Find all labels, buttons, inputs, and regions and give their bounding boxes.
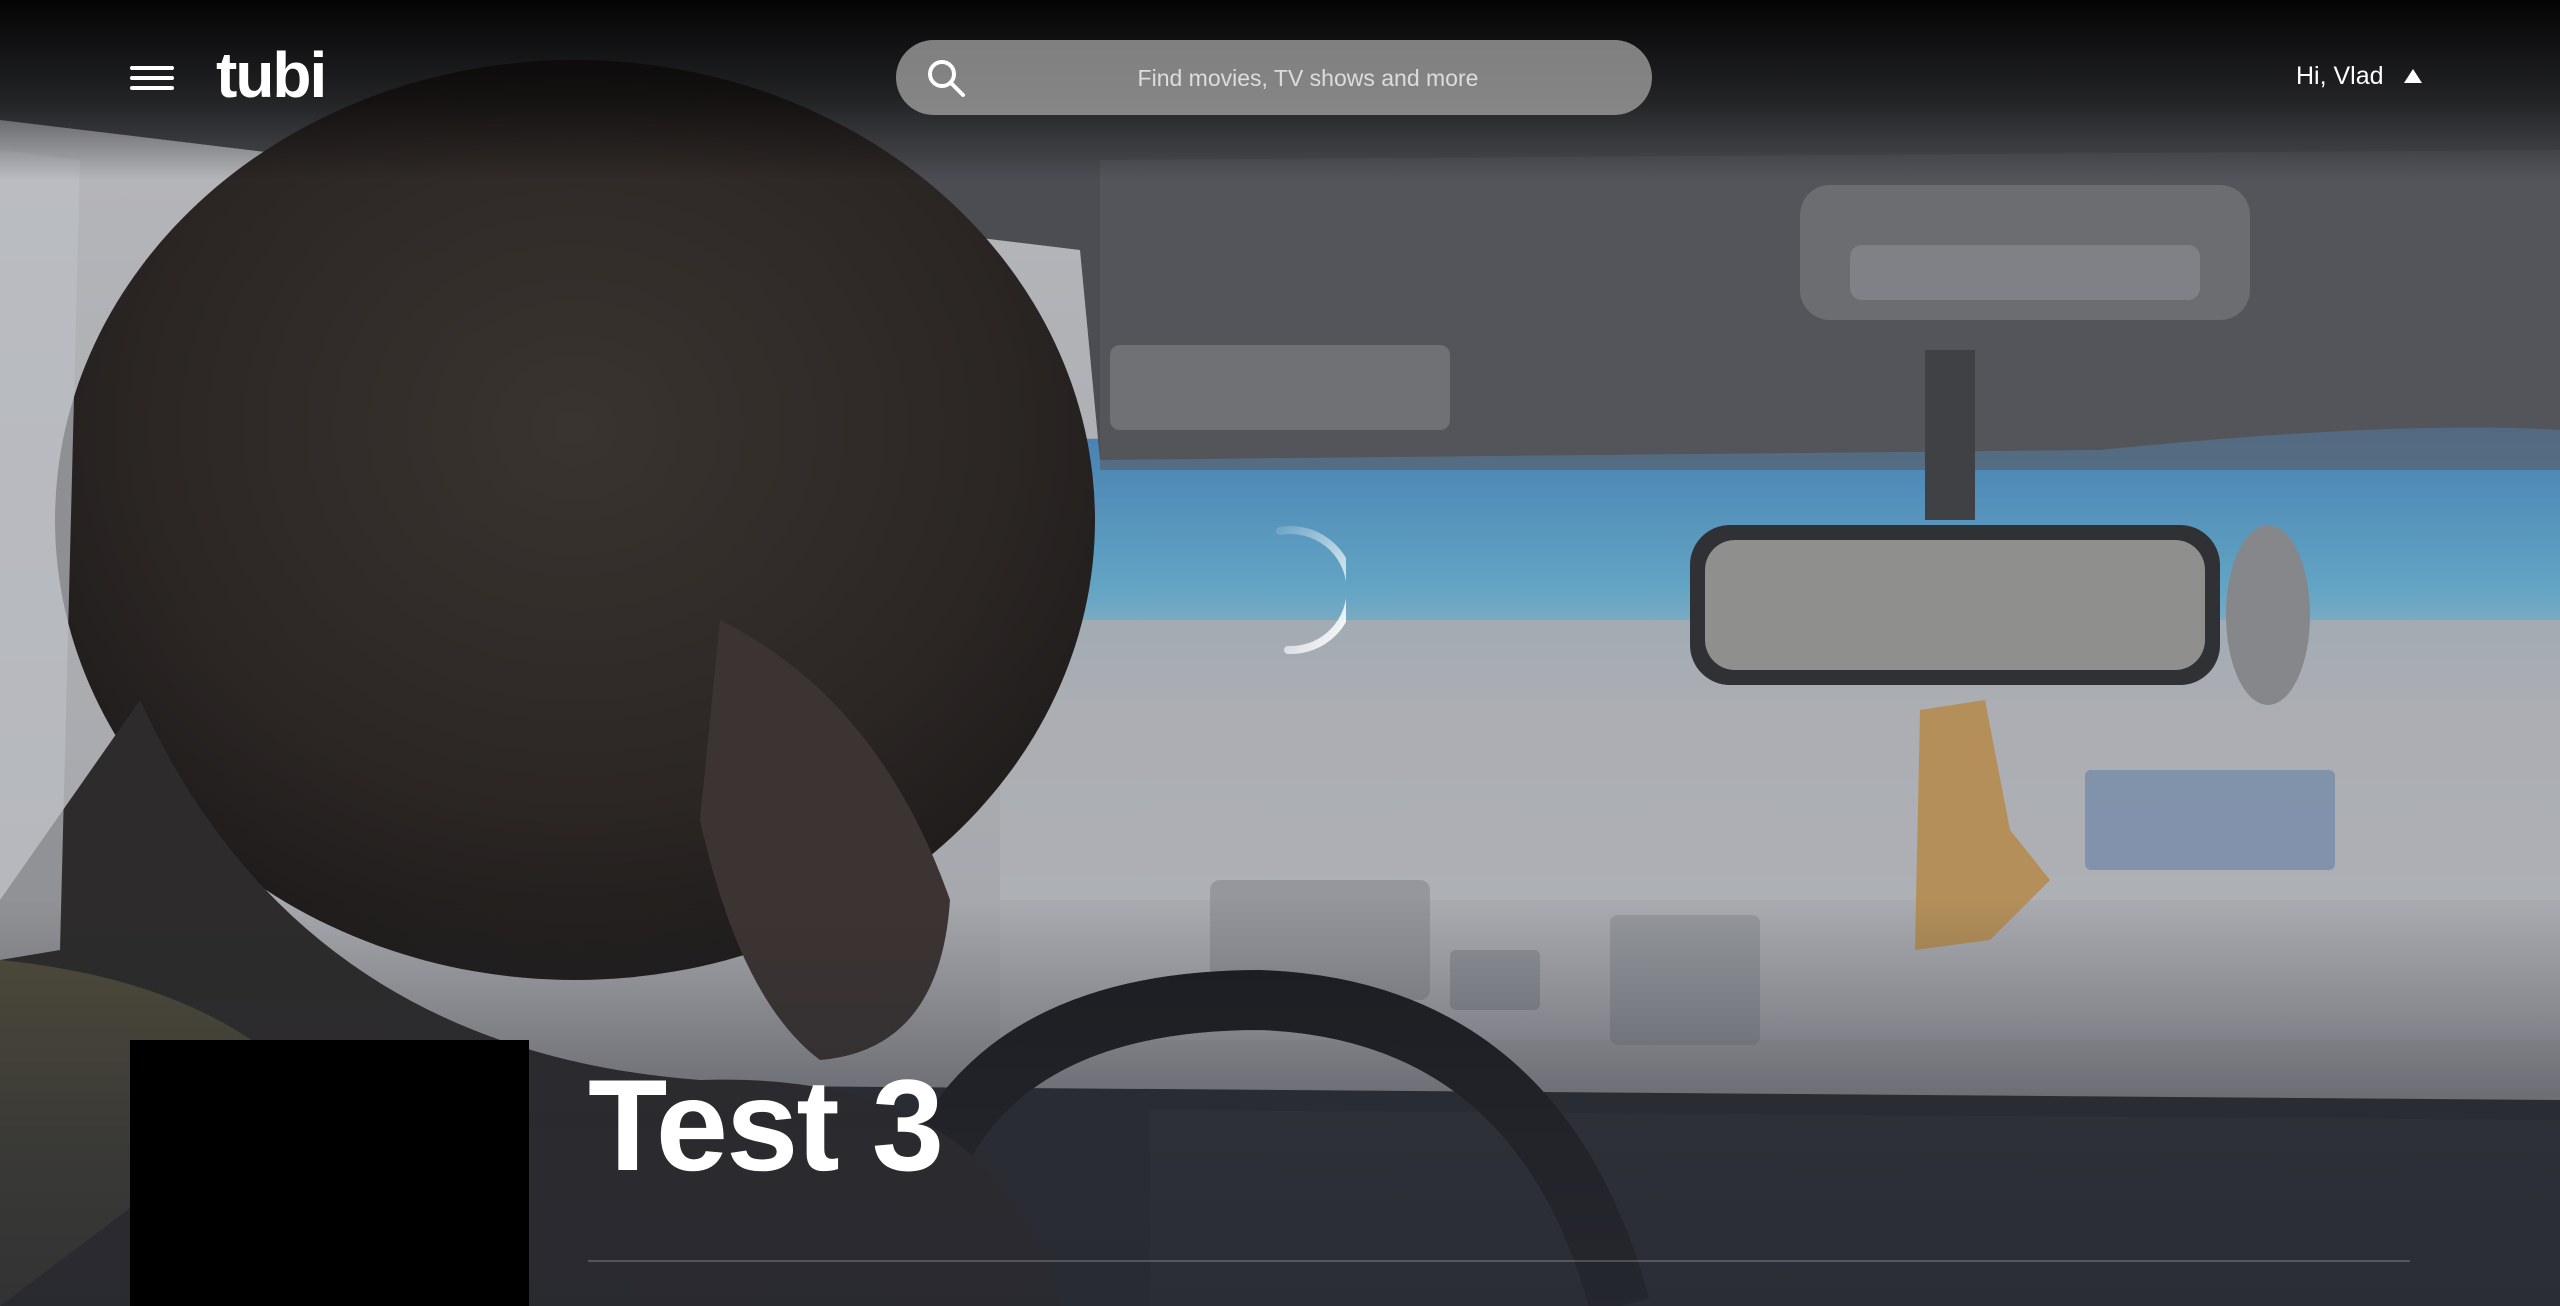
tubi-logo[interactable]: tubi (216, 40, 327, 110)
search-input[interactable] (986, 40, 1630, 117)
account-greeting: Hi, Vlad (2296, 61, 2384, 90)
loading-spinner-icon (1276, 526, 1346, 655)
account-menu[interactable]: Hi, Vlad (2296, 58, 2422, 94)
search-icon (928, 60, 965, 97)
hamburger-icon[interactable] (128, 62, 176, 94)
search-bar[interactable] (896, 40, 1652, 117)
page-title: Test 3 (588, 1052, 944, 1198)
divider (588, 1260, 2410, 1262)
top-navigation: tubi Hi, Vlad (0, 0, 2560, 155)
caret-up-icon (2403, 69, 2422, 83)
poster-thumbnail (130, 1040, 529, 1306)
